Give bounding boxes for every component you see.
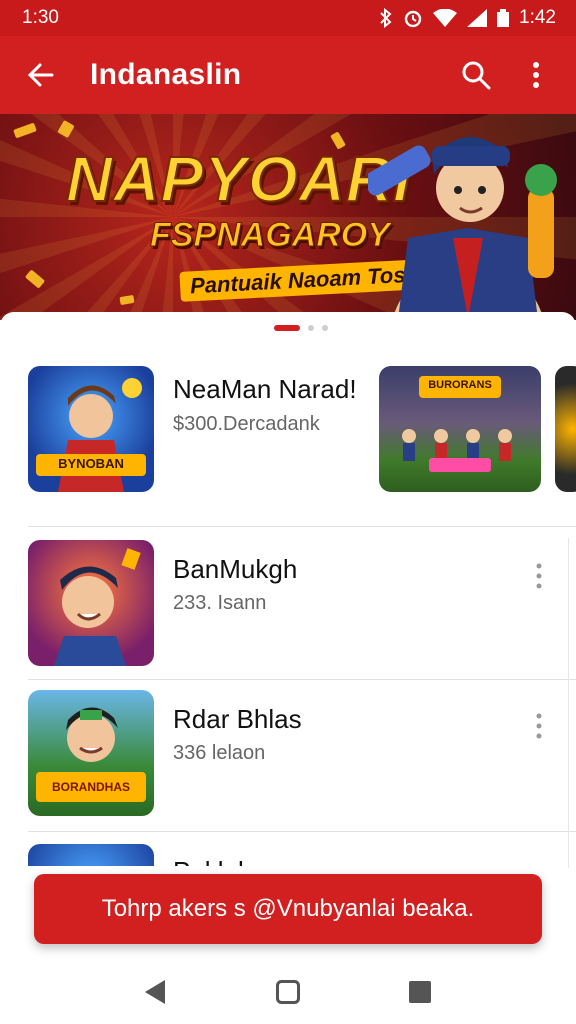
content-sheet: BYNOBAN NeaMan Narad! $300.Dercadank BUR… — [0, 312, 576, 872]
app-bar: Indanaslin — [0, 36, 576, 114]
back-button[interactable] — [18, 53, 62, 97]
list-divider — [28, 679, 576, 680]
bluetooth-icon — [380, 8, 392, 28]
system-nav-bar — [0, 960, 576, 1024]
signal-icon — [467, 9, 488, 27]
featured-subtitle: $300.Dercadank — [173, 413, 320, 435]
page-title: Indanaslin — [90, 58, 242, 91]
list-item-meta: 233. Isann — [173, 592, 267, 614]
carousel-dot-active[interactable] — [274, 325, 300, 331]
carousel-dot[interactable] — [322, 325, 328, 331]
carousel-indicator — [274, 325, 328, 331]
list-item-title: Rdar Bhlas — [173, 704, 302, 734]
list-item-meta: 336 lelaon — [173, 742, 266, 764]
status-time-right: 1:42 — [519, 7, 556, 28]
app-icon — [28, 540, 154, 666]
featured-character-art — [36, 378, 146, 492]
status-bar: 1:30 1:42 — [0, 0, 576, 36]
carousel-dot[interactable] — [308, 325, 314, 331]
banner-subheadline: FSPNAGAROY — [150, 216, 391, 255]
featured-row[interactable]: BYNOBAN NeaMan Narad! $300.Dercadank BUR… — [28, 366, 576, 492]
second-thumb-label: BURORANS — [428, 379, 492, 391]
banner-headline: NAPYOARI — [65, 142, 412, 216]
arrow-back-icon — [27, 63, 54, 87]
search-button[interactable] — [454, 53, 498, 97]
featured-thumb-label: BYNOBAN — [58, 456, 124, 471]
hero-character-illustration — [368, 136, 557, 320]
featured-app-icon: BYNOBAN — [28, 366, 154, 492]
nav-back-icon — [145, 980, 165, 1004]
alarm-icon — [404, 10, 422, 28]
promo-banner[interactable]: NAPYOARI FSPNAGAROY Pantuaik Naoam Tosn!… — [0, 114, 576, 320]
list-item[interactable]: BanMukgh 233. Isann — [28, 540, 576, 666]
nav-back-button[interactable] — [136, 972, 176, 1012]
featured-title: NeaMan Narad! — [173, 374, 357, 404]
search-icon — [462, 61, 491, 90]
list-item-more-button[interactable] — [524, 708, 554, 744]
overflow-menu-button[interactable] — [514, 53, 558, 97]
featured-third-thumb-peek[interactable] — [555, 366, 576, 492]
list-item[interactable]: BORANDHAS Rdar Bhlas 336 lelaon — [28, 690, 576, 816]
status-icons: 1:42 — [379, 7, 556, 29]
nav-home-button[interactable] — [268, 972, 308, 1012]
list-divider — [28, 526, 576, 527]
list-divider — [28, 831, 576, 832]
list-item-more-button[interactable] — [524, 558, 554, 594]
wifi-icon — [433, 9, 458, 27]
nav-recents-button[interactable] — [400, 972, 440, 1012]
featured-second-thumb[interactable]: BURORANS — [379, 366, 541, 492]
nav-recents-icon — [409, 981, 431, 1003]
character-art — [54, 548, 141, 666]
list-item[interactable]: Paklal — [28, 844, 576, 866]
status-time-left: 1:30 — [22, 7, 59, 28]
more-vert-icon — [533, 62, 539, 88]
battery-icon — [497, 9, 510, 27]
character-art — [36, 707, 146, 802]
more-vert-icon — [536, 713, 542, 739]
app-icon — [28, 844, 154, 866]
scrollbar-track[interactable] — [568, 538, 576, 868]
primary-action-button[interactable]: Tohrp akers s @Vnubyanlai beaka. — [34, 874, 542, 944]
nav-home-icon — [276, 980, 300, 1004]
list-item-title: Paklal — [173, 856, 244, 866]
row-thumb-label: BORANDHAS — [52, 780, 130, 794]
more-vert-icon — [536, 563, 542, 589]
list-item-title: BanMukgh — [173, 554, 298, 584]
app-icon: BORANDHAS — [28, 690, 154, 816]
